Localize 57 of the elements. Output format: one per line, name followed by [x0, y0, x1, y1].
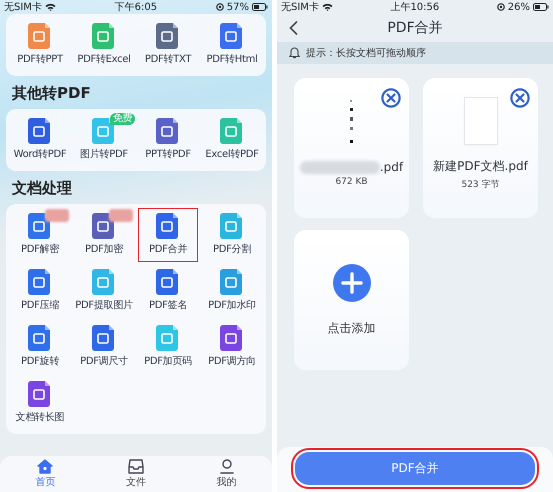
section-heading: 文档处理	[12, 179, 73, 198]
page-title: PDF合并	[387, 19, 443, 37]
tool-item[interactable]: PDF压缩	[10, 264, 70, 318]
battery-percent: 26%	[508, 2, 530, 12]
tool-item[interactable]: PDF转TXT	[138, 18, 198, 72]
battery-icon	[533, 3, 549, 11]
tool-item[interactable]: PDF调尺寸	[74, 320, 134, 374]
bell-icon	[289, 47, 300, 59]
tool-item[interactable]: PDF分割	[202, 208, 262, 262]
tool-item[interactable]: 免费 图片转PDF	[74, 113, 134, 167]
page-preview	[348, 98, 354, 146]
carrier-text: 无SIM卡	[281, 0, 319, 14]
battery-icon	[252, 3, 268, 11]
add-file-card[interactable]: 点击添加	[294, 230, 409, 370]
file-card[interactable]: 新建PDF文档.pdf 523 字节	[423, 78, 538, 218]
tool-item[interactable]: PPT转PDF	[138, 113, 198, 167]
tab-item[interactable]: 我的	[181, 456, 272, 492]
home-icon	[37, 459, 54, 474]
section-heading: 其他转PDF	[12, 84, 92, 103]
wifi-icon	[44, 3, 56, 11]
tool-item[interactable]: PDF解密	[10, 208, 70, 262]
tool-item[interactable]: PDF加密	[74, 208, 134, 262]
merge-button[interactable]: PDF合并	[295, 452, 535, 485]
tool-item[interactable]: PDF合并	[138, 208, 198, 262]
battery-percent: 57%	[226, 2, 250, 12]
file-size: 672 KB	[335, 177, 368, 187]
clock-time: 上午10:56	[390, 0, 440, 14]
file-size: 523 字节	[461, 178, 500, 191]
tool-item[interactable]: PDF签名	[138, 264, 198, 318]
person-icon	[218, 459, 235, 474]
free-badge: 免费	[110, 113, 136, 125]
tool-item[interactable]: PDF转PPT	[10, 18, 70, 72]
file-card[interactable]: .pdf 672 KB	[294, 78, 409, 218]
carrier-text: 无SIM卡	[4, 0, 42, 14]
plus-icon	[332, 264, 370, 302]
tool-item[interactable]: PDF加页码	[138, 320, 198, 374]
inbox-icon	[128, 459, 144, 474]
tool-item[interactable]: Word转PDF	[10, 113, 70, 167]
file-name: .pdf	[380, 160, 404, 174]
clock-time: 下午6:05	[114, 1, 158, 14]
remove-icon[interactable]	[510, 88, 530, 108]
tool-item[interactable]: PDF调方向	[202, 320, 262, 374]
tool-item[interactable]: PDF提取图片	[74, 264, 134, 318]
tool-item[interactable]: PDF加水印	[202, 264, 262, 318]
tool-item[interactable]: PDF转Html	[202, 18, 262, 72]
back-icon[interactable]	[289, 21, 298, 35]
tool-item[interactable]: PDF旋转	[10, 320, 70, 374]
tool-item[interactable]: PDF转Excel	[74, 18, 134, 72]
file-name: 新建PDF文档.pdf	[433, 158, 528, 175]
page-preview	[464, 98, 496, 144]
tab-item[interactable]: 文件	[90, 456, 182, 492]
tab-item[interactable]: 首页	[0, 456, 91, 492]
tool-item[interactable]: 文档转长图	[10, 376, 70, 430]
remove-icon[interactable]	[381, 88, 401, 108]
wifi-icon	[322, 3, 333, 11]
tip-text: 提示：长按文档可拖动顺序	[306, 46, 426, 60]
tool-item[interactable]: Excel转PDF	[202, 113, 262, 167]
